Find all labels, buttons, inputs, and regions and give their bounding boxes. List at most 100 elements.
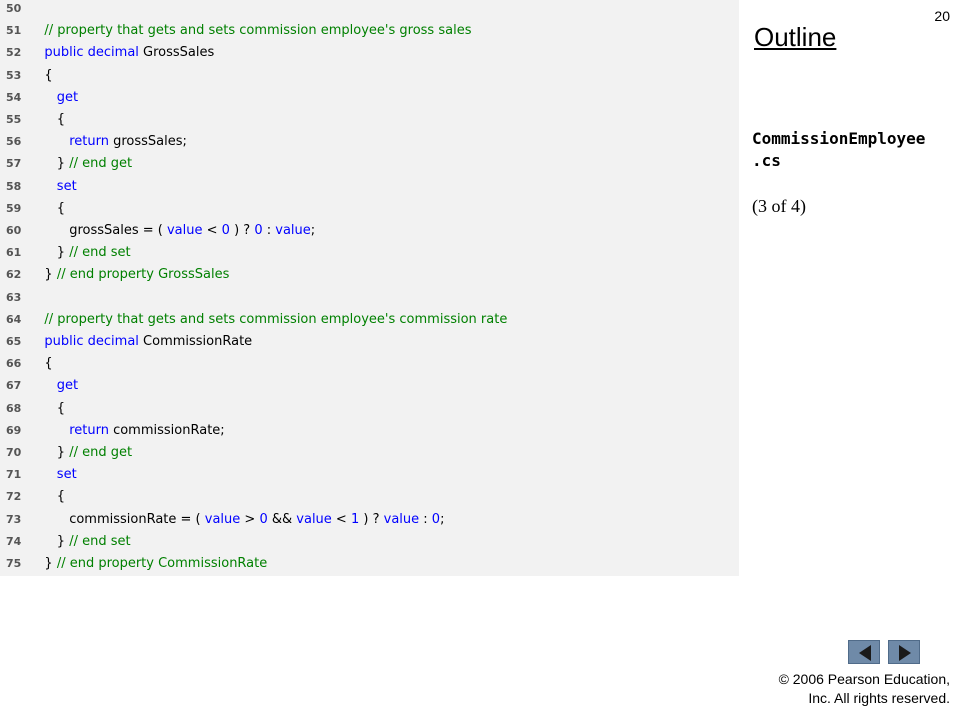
file-name: CommissionEmployee .cs — [752, 128, 957, 172]
line-number: 67 — [6, 379, 22, 393]
line-number: 52 — [6, 46, 22, 60]
code-line: 69 return commissionRate; — [0, 420, 739, 442]
code-text: get — [32, 375, 78, 397]
line-number: 63 — [6, 290, 22, 304]
code-token: commissionRate = ( — [32, 511, 205, 527]
line-number: 59 — [6, 201, 22, 215]
line-number: 56 — [6, 135, 22, 149]
code-line: 56 return grossSales; — [0, 131, 739, 153]
code-keyword: get — [56, 89, 79, 105]
line-number: 60 — [6, 224, 22, 237]
code-line: 68 { — [0, 398, 739, 420]
line-number: 69 — [6, 423, 22, 437]
line-number: 68 — [6, 401, 22, 415]
code-token: : — [262, 223, 276, 238]
code-comment: // end set — [69, 245, 131, 261]
code-comment: // end property CommissionRate — [56, 556, 268, 571]
code-text: public decimal CommissionRate — [32, 331, 252, 353]
line-number: 73 — [6, 512, 22, 526]
code-keyword: set — [56, 467, 77, 483]
code-token: { — [32, 67, 53, 83]
code-keyword: 0 — [259, 511, 268, 527]
code-text: grossSales = ( value < 0 ) ? 0 : value; — [32, 220, 315, 242]
code-token: } — [32, 556, 57, 571]
code-line: 58 set — [0, 176, 739, 198]
line-number: 65 — [6, 335, 22, 348]
line-number: 64 — [6, 312, 22, 326]
code-text: { — [32, 198, 65, 220]
code-listing: 50 51 // property that gets and sets comm… — [0, 0, 739, 576]
code-line: 60 grossSales = ( value < 0 ) ? 0 : valu… — [0, 220, 739, 242]
code-comment: // property that gets and sets commissio… — [44, 311, 508, 327]
code-keyword: public decimal — [44, 45, 139, 61]
code-text: get — [32, 87, 78, 109]
code-comment: // end get — [69, 156, 133, 172]
code-line: 65 public decimal CommissionRate — [0, 331, 739, 353]
code-text: commissionRate = ( value > 0 && value < … — [32, 509, 444, 531]
left-arrow-icon — [859, 645, 871, 661]
copyright-line-1: © 2006 Pearson Education, — [778, 671, 950, 687]
code-token: ; — [440, 511, 445, 527]
copyright-notice: © 2006 Pearson Education, Inc. All right… — [730, 670, 950, 708]
code-token: CommissionRate — [138, 334, 253, 349]
code-line: 61 } // end set — [0, 242, 739, 264]
code-text: set — [32, 464, 77, 486]
code-token: } — [32, 445, 70, 460]
code-line: 51 // property that gets and sets commis… — [0, 20, 739, 42]
line-number: 70 — [6, 446, 22, 459]
code-line: 74 } // end set — [0, 531, 739, 553]
code-keyword: set — [56, 178, 77, 194]
code-text: } // end property GrossSales — [32, 264, 229, 286]
code-text: public decimal GrossSales — [32, 42, 214, 64]
code-line: 62 } // end property GrossSales — [0, 264, 739, 286]
code-text: } // end property CommissionRate — [32, 553, 267, 575]
code-token: } — [32, 267, 57, 283]
copyright-line-2: Inc. All rights reserved. — [808, 690, 950, 706]
code-token: } — [32, 156, 70, 172]
next-slide-button[interactable] — [888, 640, 920, 664]
line-number: 74 — [6, 534, 22, 548]
code-text: // property that gets and sets commissio… — [32, 20, 471, 42]
code-line: 55 { — [0, 109, 739, 131]
line-number: 71 — [6, 468, 22, 482]
code-keyword: 0 — [431, 511, 441, 527]
code-line: 50 — [0, 0, 739, 20]
page-indicator: (3 of 4) — [752, 196, 806, 216]
previous-slide-button[interactable] — [848, 640, 880, 664]
code-text: // property that gets and sets commissio… — [32, 309, 507, 331]
code-token: { — [32, 489, 66, 505]
line-number: 58 — [6, 179, 22, 193]
line-number: 61 — [6, 246, 22, 260]
code-line: 70 } // end get — [0, 442, 739, 464]
code-line: 73 commissionRate = ( value > 0 && value… — [0, 509, 739, 531]
code-token: < — [202, 223, 222, 238]
code-token: > — [240, 511, 260, 527]
code-line: 52 public decimal GrossSales — [0, 42, 739, 64]
code-comment: // end set — [69, 533, 131, 549]
code-comment: // end property GrossSales — [56, 267, 230, 283]
code-token: && — [267, 511, 297, 527]
code-text: { — [32, 398, 65, 420]
code-line: 54 get — [0, 87, 739, 109]
line-number: 53 — [6, 68, 22, 82]
line-number: 51 — [6, 24, 22, 38]
code-token: { — [32, 200, 66, 216]
code-comment: // end get — [69, 445, 133, 460]
code-text: { — [32, 109, 65, 131]
code-token: { — [32, 356, 53, 372]
code-line: 64 // property that gets and sets commis… — [0, 309, 739, 331]
code-keyword: value — [383, 511, 420, 527]
code-token: ; — [310, 223, 316, 238]
code-keyword: 0 — [254, 223, 263, 238]
code-line: 72 { — [0, 486, 739, 508]
right-arrow-icon — [899, 645, 911, 661]
code-text: set — [32, 176, 77, 198]
code-text: return grossSales; — [32, 131, 187, 153]
code-keyword: return — [69, 134, 109, 150]
code-token: ) ? — [229, 223, 255, 238]
line-number: 62 — [6, 268, 22, 282]
code-keyword: return — [69, 422, 109, 438]
code-token: { — [32, 112, 66, 127]
